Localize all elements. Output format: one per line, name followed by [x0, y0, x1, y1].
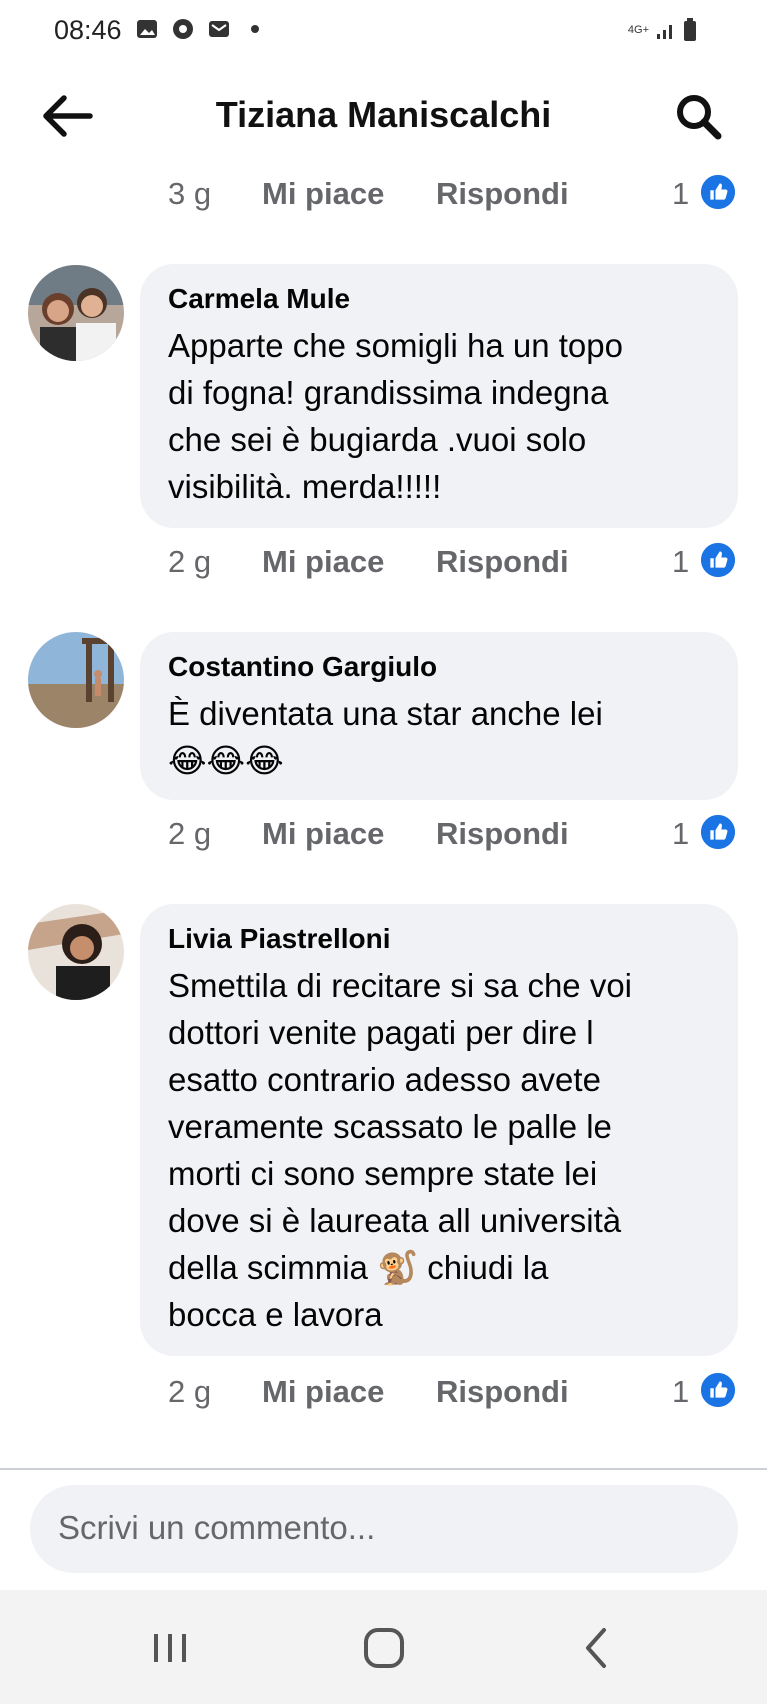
comment-input-placeholder: Scrivi un commento... — [58, 1509, 376, 1546]
comment-input[interactable]: Scrivi un commento... — [30, 1485, 738, 1573]
comment-actions: 2 g Mi piace Rispondi 1 — [168, 540, 738, 588]
comment-time[interactable]: 2 g — [168, 816, 211, 852]
search-icon[interactable] — [672, 90, 726, 144]
recent-apps-icon[interactable] — [140, 1620, 200, 1676]
page-title: Tiziana Maniscalchi — [215, 94, 552, 135]
reply-button[interactable]: Rispondi — [436, 816, 569, 852]
dot-icon — [251, 25, 259, 33]
comment-actions: 3 g Mi piace Rispondi 1 — [168, 172, 738, 220]
comment-time[interactable]: 2 g — [168, 1374, 211, 1410]
comment-author[interactable]: Livia Piastrelloni — [168, 922, 710, 956]
thumbs-up-icon[interactable] — [698, 812, 738, 852]
reaction-count[interactable]: 1 — [672, 176, 689, 212]
avatar-photo — [28, 904, 124, 1000]
thumbs-up-icon[interactable] — [698, 540, 738, 580]
comment-text: Apparte che somigli ha un topo di fogna!… — [168, 327, 623, 505]
status-time: 08:46 — [54, 15, 122, 45]
reaction-count[interactable]: 1 — [672, 544, 689, 580]
thumbs-up-icon[interactable] — [698, 1370, 738, 1410]
comment-text: Smettila di recitare si sa che voi dotto… — [168, 967, 633, 1333]
comment-bubble: Livia Piastrelloni Smettila di recitare … — [140, 904, 738, 1356]
comment-bubble: Carmela Mule Apparte che somigli ha un t… — [140, 264, 738, 528]
comment-text: È diventata una star anche lei 😂😂😂 — [168, 695, 603, 779]
chrome-icon — [173, 19, 193, 39]
signal-icon — [657, 25, 672, 39]
system-nav-bar — [0, 1590, 767, 1704]
reply-button[interactable]: Rispondi — [436, 1374, 569, 1410]
comment-actions: 2 g Mi piace Rispondi 1 — [168, 1370, 738, 1418]
comment-author[interactable]: Carmela Mule — [168, 282, 710, 316]
comment-actions: 2 g Mi piace Rispondi 1 — [168, 812, 738, 860]
status-right: 4G+ — [628, 18, 697, 42]
mail-icon — [209, 21, 229, 37]
reaction-count[interactable]: 1 — [672, 1374, 689, 1410]
gallery-icon — [137, 20, 157, 38]
comment-time[interactable]: 3 g — [168, 176, 211, 212]
like-button[interactable]: Mi piace — [262, 544, 384, 580]
network-label: 4G+ — [627, 24, 649, 36]
comment-time[interactable]: 2 g — [168, 544, 211, 580]
comment-author[interactable]: Costantino Gargiulo — [168, 650, 710, 684]
comment-bubble: Costantino Gargiulo È diventata una star… — [140, 632, 738, 800]
home-icon[interactable] — [354, 1620, 414, 1676]
avatar[interactable] — [28, 632, 124, 728]
like-button[interactable]: Mi piace — [262, 816, 384, 852]
like-button[interactable]: Mi piace — [262, 176, 384, 212]
thumbs-up-icon[interactable] — [698, 172, 738, 212]
battery-icon — [684, 18, 696, 41]
back-icon[interactable] — [568, 1620, 628, 1676]
reply-button[interactable]: Rispondi — [436, 176, 569, 212]
composer-divider — [0, 1468, 767, 1470]
avatar-photo — [28, 632, 124, 728]
like-button[interactable]: Mi piace — [262, 1374, 384, 1410]
notification-icons — [136, 18, 266, 40]
avatar-photo — [28, 265, 124, 361]
reaction-count[interactable]: 1 — [672, 816, 689, 852]
avatar[interactable] — [28, 265, 124, 361]
avatar[interactable] — [28, 904, 124, 1000]
status-bar: 08:46 4G+ — [0, 0, 767, 66]
reply-button[interactable]: Rispondi — [436, 544, 569, 580]
top-bar: Tiziana Maniscalchi — [0, 66, 767, 166]
